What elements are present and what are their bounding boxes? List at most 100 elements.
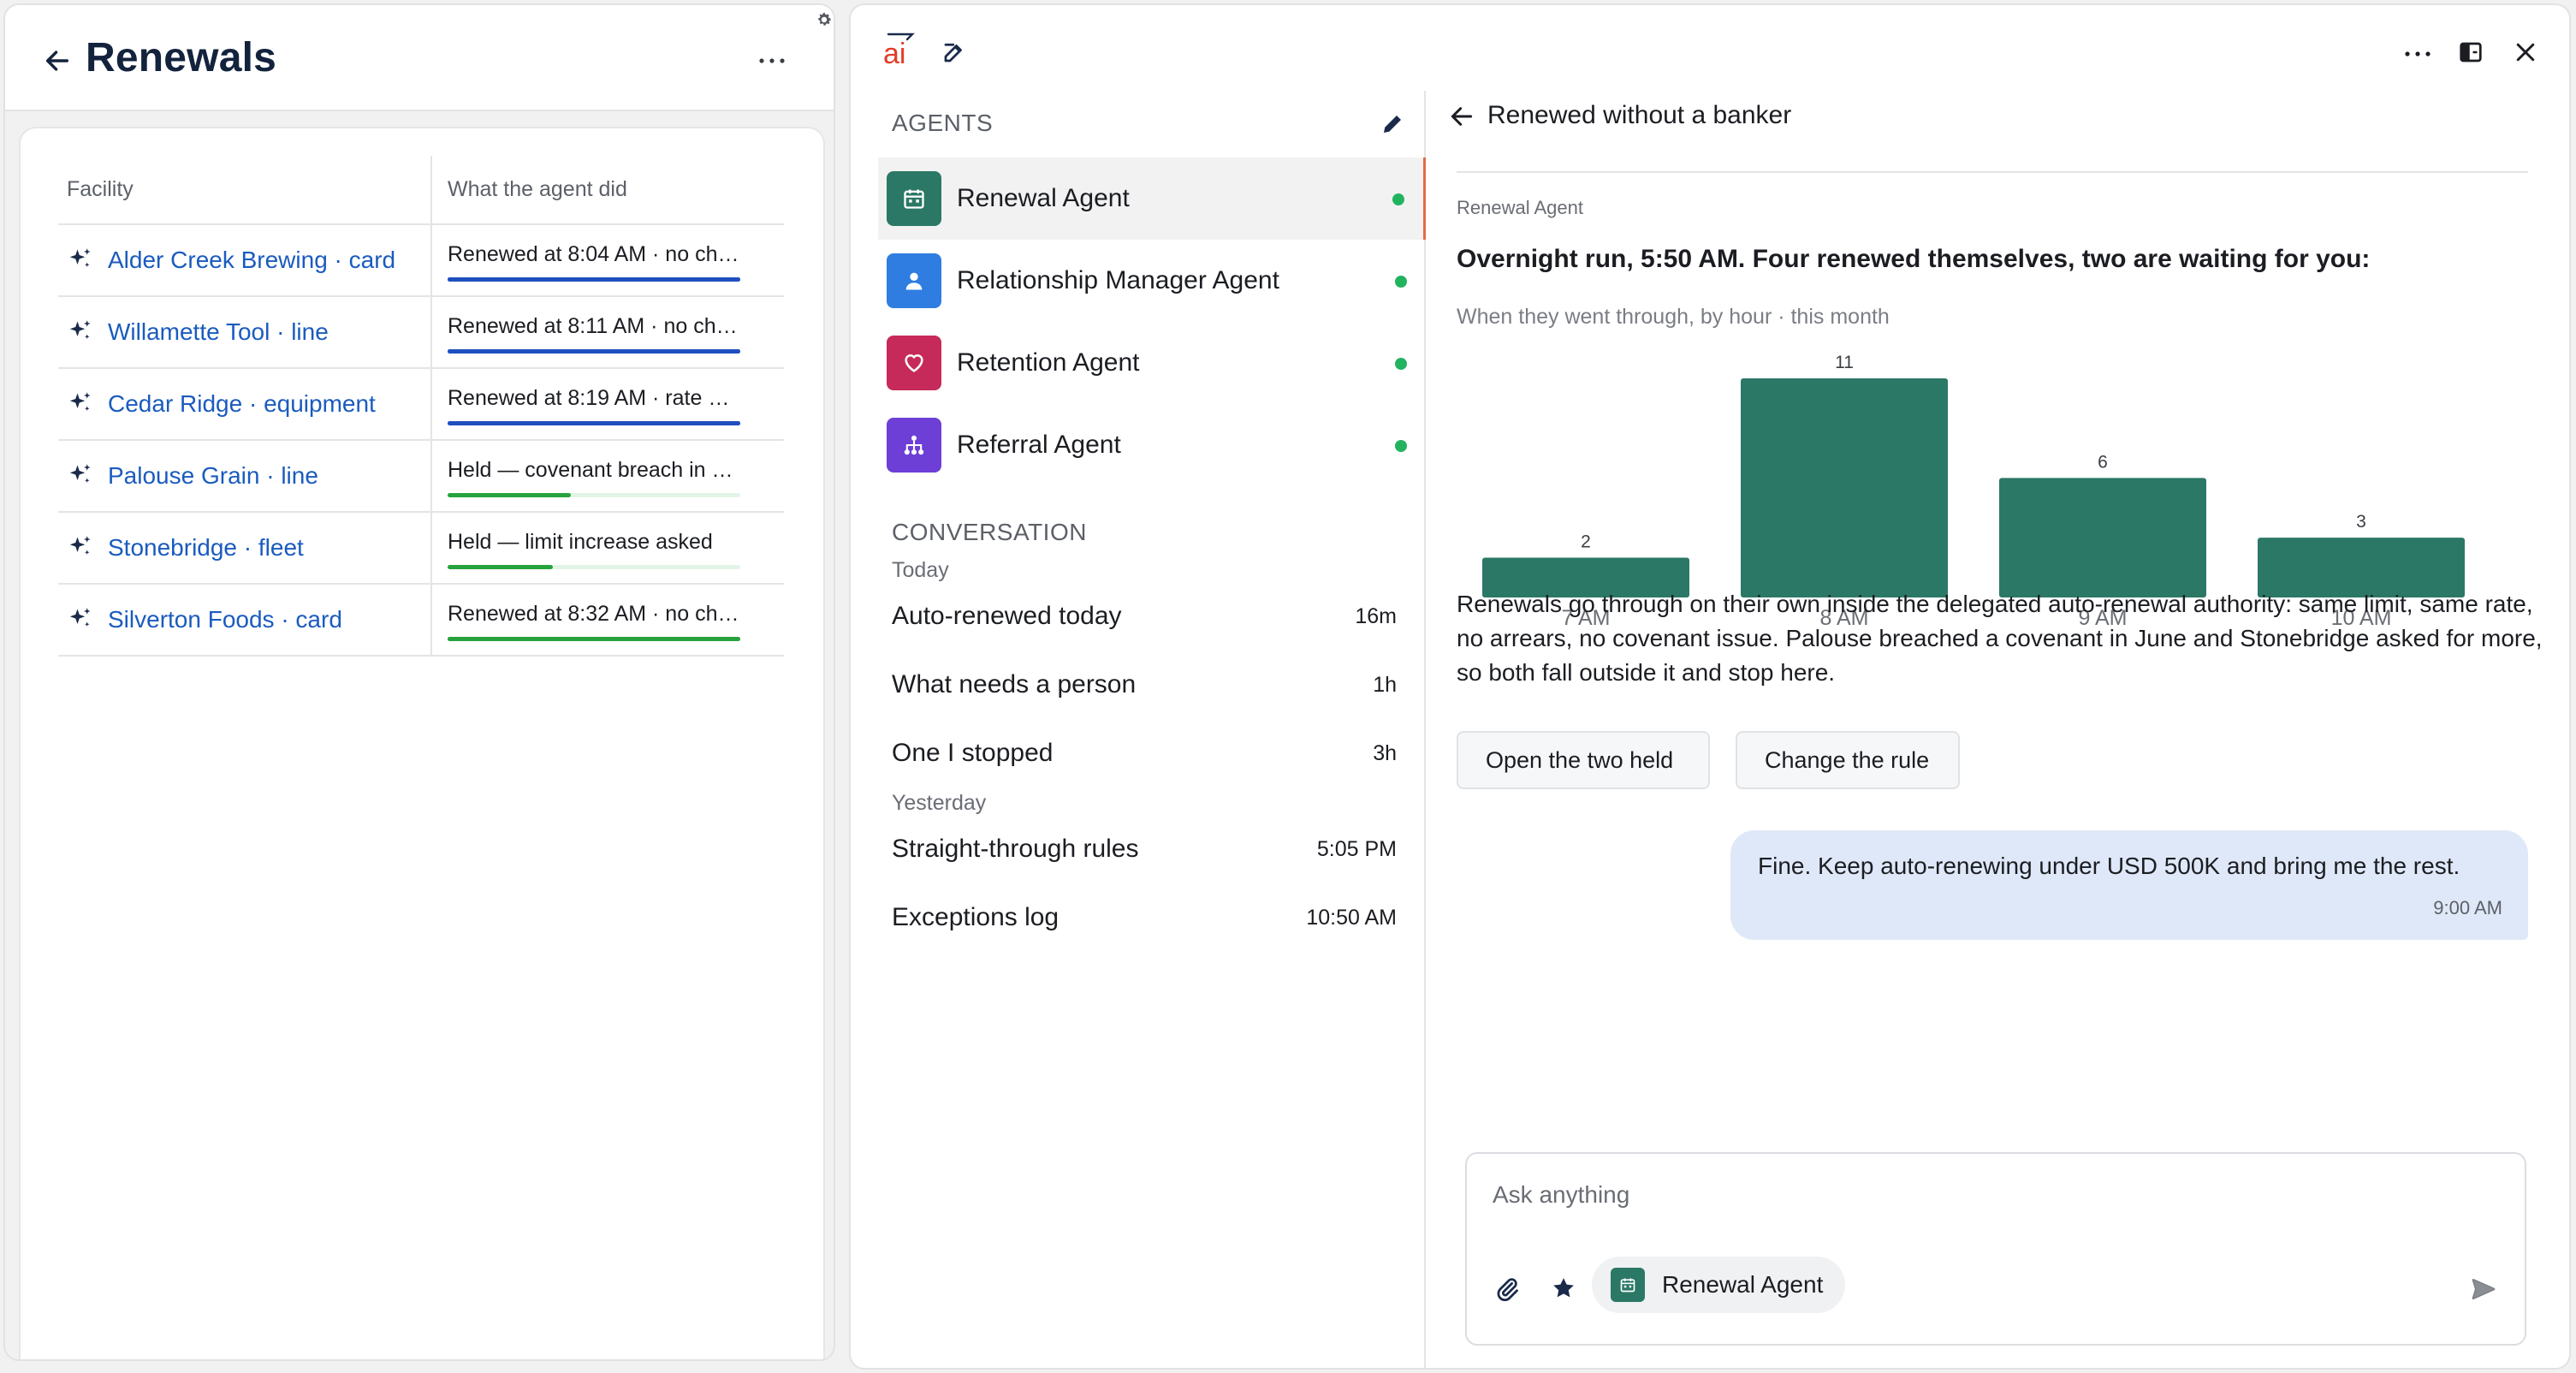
agent-action-cell: Held — covenant breach in June: [430, 440, 784, 513]
ai-assistant-window: ai AGENTS Renewal Agent Relationship Mana…: [849, 3, 2571, 1370]
heart-icon: [887, 336, 941, 390]
online-status-dot: [1392, 193, 1404, 205]
facility-link[interactable]: Silverton Foods · card: [67, 606, 430, 633]
conversation-item-title: Auto-renewed today: [892, 602, 1122, 630]
close-icon[interactable]: [2513, 39, 2538, 65]
table-row[interactable]: Silverton Foods · card Renewed at 8:32 AM…: [58, 584, 784, 657]
conversation-item-time: 5:05 PM: [1316, 836, 1397, 861]
conversation-item-time: 3h: [1373, 740, 1397, 765]
agent-item[interactable]: Referral Agent: [878, 404, 1426, 486]
table-row[interactable]: Palouse Grain · line Held — covenant brea…: [58, 440, 784, 513]
facility-cell: Willamette Tool · line: [58, 296, 431, 369]
conversation-title: Renewed without a banker: [1487, 101, 1792, 129]
ask-anything-input[interactable]: [1493, 1176, 2434, 1214]
conversation-item[interactable]: Exceptions log 10:50 AM: [892, 894, 1397, 942]
facility-link[interactable]: Palouse Grain · line: [67, 462, 430, 490]
paperclip-icon[interactable]: [1494, 1275, 1520, 1301]
table-row[interactable]: Stonebridge · fleet Held — limit increase…: [58, 512, 784, 585]
new-chat-icon[interactable]: [941, 39, 967, 65]
calendar-icon: [887, 171, 941, 226]
calendar-icon: [1611, 1268, 1645, 1302]
column-header-facility[interactable]: Facility: [58, 156, 431, 225]
progress-bar: [448, 421, 740, 425]
change-rule-button[interactable]: Change the rule: [1736, 731, 1960, 789]
progress-bar: [448, 277, 740, 282]
facility-cell: Cedar Ridge · equipment: [58, 368, 431, 441]
conversation-item[interactable]: Straight-through rules 5:05 PM: [892, 825, 1397, 873]
conversation-item-title: Exceptions log: [892, 903, 1059, 931]
chat-pane: Renewed without a banker Renewal Agent O…: [1426, 91, 2569, 1368]
page-title: Renewals: [86, 35, 277, 80]
column-header-agent-action[interactable]: What the agent did: [430, 156, 784, 225]
table-header-row: Facility What the agent did: [58, 156, 784, 225]
facility-link[interactable]: Alder Creek Brewing · card: [67, 247, 430, 274]
divider: [1457, 171, 2528, 173]
conversation-item-time: 16m: [1355, 603, 1397, 628]
renewals-header: Renewals: [5, 5, 834, 111]
progress-bar: [448, 349, 740, 354]
sparkle-icon: [69, 608, 91, 627]
send-icon[interactable]: [2470, 1275, 2497, 1303]
agent-action-cell: Renewed at 8:32 AM · no change to limit …: [430, 584, 784, 657]
agent-action-text: Renewed at 8:04 AM · no change to limit …: [448, 242, 740, 266]
edit-pencil-icon[interactable]: [1380, 111, 1405, 137]
progress-fill: [448, 493, 571, 497]
agent-action-text: Renewed at 8:11 AM · no change to limit …: [448, 314, 740, 338]
renewals-panel: Renewals Facility What the agent did Ald…: [3, 3, 835, 1361]
table-row[interactable]: Cedar Ridge · equipment Renewed at 8:19 A…: [58, 368, 784, 441]
facility-name: Silverton Foods · card: [108, 606, 342, 633]
agent-sidebar: AGENTS Renewal Agent Relationship Manager…: [851, 91, 1426, 1368]
conversation-item[interactable]: One I stopped 3h: [892, 729, 1397, 777]
back-arrow-icon[interactable]: [1448, 103, 1475, 130]
dock-panel-icon[interactable]: [2458, 39, 2484, 65]
chart-caption: When they went through, by hour · this m…: [1457, 305, 1890, 329]
progress-bar: [448, 565, 740, 569]
back-arrow-icon[interactable]: [43, 46, 72, 75]
agent-action-cell: Renewed at 8:11 AM · no change to limit …: [430, 296, 784, 369]
table-row[interactable]: Alder Creek Brewing · card Renewed at 8:0…: [58, 224, 784, 297]
agent-chip-label: Renewal Agent: [1662, 1271, 1824, 1298]
facility-cell: Palouse Grain · line: [58, 440, 431, 513]
sparkle-icon: [69, 392, 91, 411]
agent-item[interactable]: Retention Agent: [878, 322, 1426, 404]
agent-action-text: Renewed at 8:32 AM · no change to limit …: [448, 602, 740, 626]
facility-link[interactable]: Cedar Ridge · equipment: [67, 390, 430, 418]
agent-item[interactable]: Renewal Agent: [878, 158, 1426, 240]
conversation-item[interactable]: What needs a person 1h: [892, 661, 1397, 709]
progress-bar: [448, 637, 740, 641]
progress-fill: [448, 277, 740, 282]
message-agent-label: Renewal Agent: [1457, 197, 1583, 218]
conversation-item-title: Straight-through rules: [892, 835, 1139, 863]
online-status-dot: [1395, 440, 1407, 452]
agents-section-title: AGENTS: [892, 110, 994, 136]
open-held-button[interactable]: Open the two held: [1457, 731, 1710, 789]
facility-name: Stonebridge · fleet: [108, 534, 304, 561]
user-message-time: 9:00 AM: [2433, 897, 2502, 918]
facility-table-card: Facility What the agent did Alder Creek …: [19, 127, 825, 1359]
agent-item[interactable]: Relationship Manager Agent: [878, 240, 1426, 322]
sparkle-icon: [69, 536, 91, 555]
user-message-bubble: Fine. Keep auto-renewing under USD 500K …: [1730, 830, 2528, 940]
chart-data-label: 11: [1835, 353, 1854, 372]
message-body: Renewals go through on their own inside …: [1457, 591, 2543, 686]
star-icon[interactable]: [1551, 1275, 1576, 1301]
facility-cell: Stonebridge · fleet: [58, 512, 431, 585]
facility-link[interactable]: Willamette Tool · line: [67, 318, 430, 346]
agent-action-cell: Held — limit increase asked: [430, 512, 784, 585]
conversation-item[interactable]: Auto-renewed today 16m: [892, 592, 1397, 640]
more-options-icon[interactable]: [2403, 41, 2432, 67]
chart-data-label: 6: [2098, 452, 2108, 472]
chart-bar: [1741, 378, 1948, 597]
facility-link[interactable]: Stonebridge · fleet: [67, 534, 430, 562]
user-message-text: Fine. Keep auto-renewing under USD 500K …: [1758, 853, 2460, 879]
progress-fill: [448, 565, 554, 569]
agent-name: Renewal Agent: [957, 184, 1130, 212]
facility-name: Cedar Ridge · equipment: [108, 390, 376, 417]
more-options-icon[interactable]: [757, 48, 787, 74]
conversation-section-title: CONVERSATION: [892, 519, 1087, 545]
facility-cell: Alder Creek Brewing · card: [58, 224, 431, 297]
gear-icon[interactable]: [815, 10, 834, 29]
selected-agent-chip[interactable]: Renewal Agent: [1592, 1257, 1846, 1313]
message-heading: Overnight run, 5:50 AM. Four renewed the…: [1457, 245, 2371, 273]
table-row[interactable]: Willamette Tool · line Renewed at 8:11 AM…: [58, 296, 784, 369]
